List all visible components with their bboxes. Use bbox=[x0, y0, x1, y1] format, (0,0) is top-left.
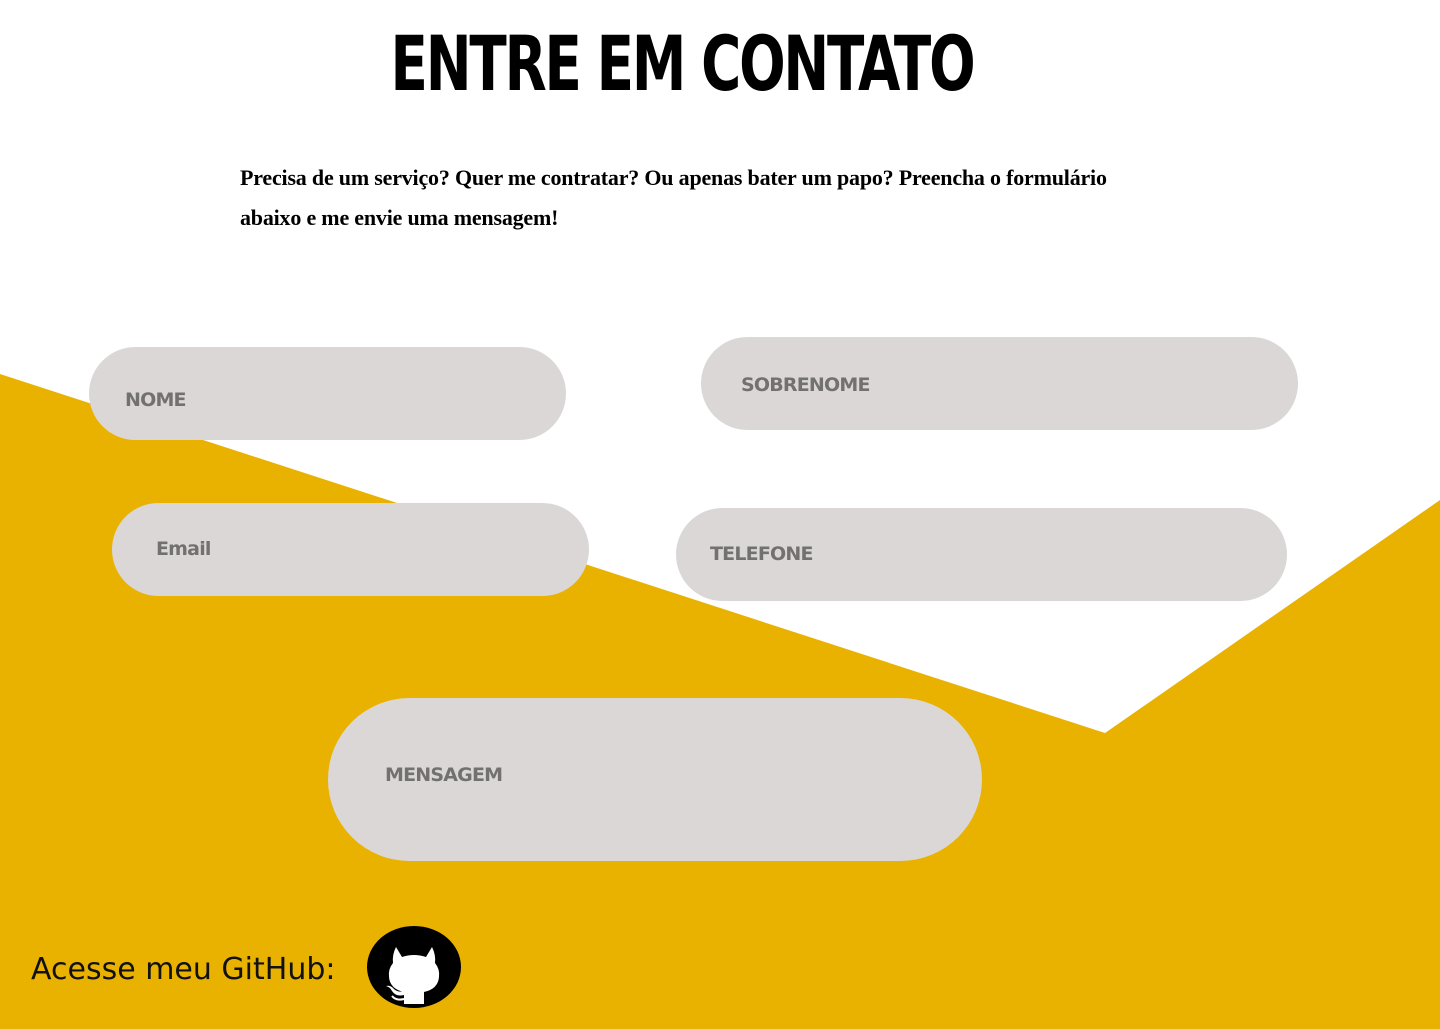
github-icon bbox=[367, 926, 461, 1008]
intro-text: Precisa de um serviço? Quer me contratar… bbox=[240, 165, 1107, 230]
page-title: ENTRE EM CONTATO bbox=[390, 19, 976, 108]
github-link[interactable] bbox=[366, 925, 462, 1009]
nome-field[interactable] bbox=[89, 347, 566, 440]
telefone-field[interactable] bbox=[676, 508, 1287, 601]
github-label: Acesse meu GitHub: bbox=[31, 952, 336, 987]
sobrenome-field[interactable] bbox=[701, 337, 1298, 430]
mensagem-field[interactable] bbox=[328, 698, 982, 861]
email-field[interactable] bbox=[112, 503, 589, 596]
